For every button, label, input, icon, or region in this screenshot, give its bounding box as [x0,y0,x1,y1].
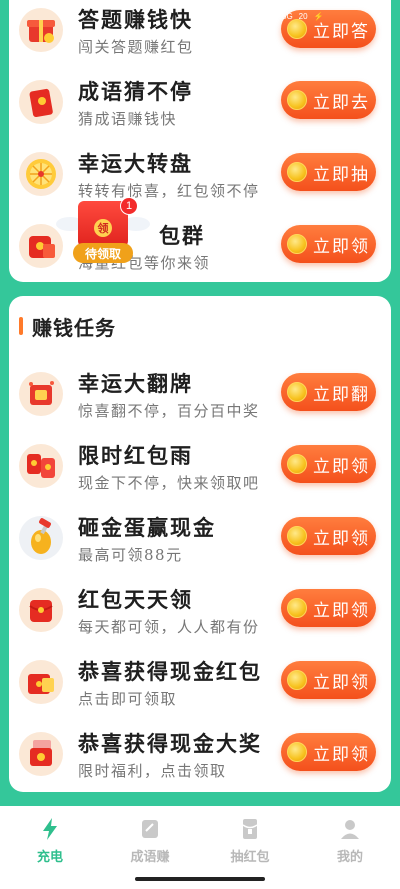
lucky-wheel-icon [19,152,63,196]
task-action-button[interactable]: 立即领 [281,661,376,699]
task-subtitle: 限时福利，点击领取 [78,762,227,780]
tab-label: 抽红包 [230,850,270,865]
coin-icon [287,670,307,690]
battery-icon: ⚡ [313,12,324,21]
task-golden-egg[interactable]: 砸金蛋赢现金 最高可领88元 立即领 [9,508,391,570]
red-packet-icon [242,819,258,839]
task-title: 恭喜获得现金红包 [78,659,262,684]
quick-tasks-card: 答题赚钱快 闯关答题赚红包 立即答 成语猜不停 猜成语赚钱快 立即去 幸运大转盘… [9,0,391,282]
status-bar: 5G 20 ⚡ [282,12,324,21]
task-cash-prize[interactable]: 恭喜获得现金大奖 限时福利，点击领取 立即领 [9,724,391,786]
coin-icon [287,382,307,402]
task-red-envelope-rain[interactable]: 限时红包雨 现金下不停，快来领取吧 立即领 [9,436,391,498]
cash-prize-icon [19,732,63,776]
task-action-button[interactable]: 立即领 [281,589,376,627]
task-action-button[interactable]: 立即领 [281,733,376,771]
user-icon [341,820,359,839]
task-action-button[interactable]: 立即抽 [281,153,376,191]
task-action-button[interactable]: 立即领 [281,517,376,555]
section-accent-bar [19,317,23,335]
task-title: 恭喜获得现金大奖 [78,731,262,756]
coin-icon [287,454,307,474]
golden-egg-icon [19,516,63,560]
section-title: 赚钱任务 [32,315,116,340]
task-daily-red-envelope[interactable]: 红包天天领 每天都可领，人人都有份 立即领 [9,580,391,642]
coin-icon [287,526,307,546]
task-title: 答题赚钱快 [78,7,193,32]
task-subtitle: 点击即可领取 [78,690,178,708]
pending-claim-label: 待领取 [73,243,133,263]
red-envelope-icon [19,588,63,632]
tab-draw-red-packet[interactable]: 抽红包 [200,816,300,866]
tab-idiom-earn[interactable]: 成语赚 [100,816,200,866]
task-title: 幸运大翻牌 [78,371,193,396]
task-subtitle: 最高可领88元 [78,546,183,564]
red-packet-group-icon [19,224,63,268]
network-indicator: 5G [282,12,293,21]
task-action-button[interactable]: 立即去 [281,81,376,119]
task-subtitle: 猜成语赚钱快 [78,110,178,128]
task-subtitle: 现金下不停，快来领取吧 [78,474,260,492]
gift-box-icon [19,8,63,52]
tab-profile[interactable]: 我的 [300,816,400,866]
task-subtitle: 闯关答题赚红包 [78,38,194,56]
tab-label: 成语赚 [130,850,170,865]
task-title: 成语猜不停 [78,79,193,104]
task-action-button[interactable]: 立即领 [281,445,376,483]
floating-red-packet[interactable]: 领 1 待领取 [56,195,150,267]
earn-tasks-card: 赚钱任务 幸运大翻牌 惊喜翻不停，百分百中奖 立即翻 限时红包雨 现金下不停，快… [9,296,391,792]
tab-label: 我的 [336,850,363,865]
task-cash-envelope[interactable]: 恭喜获得现金红包 点击即可领取 立即领 [9,652,391,714]
task-lucky-wheel[interactable]: 幸运大转盘 转转有惊喜，红包领不停 立即抽 [9,144,391,206]
tab-charge[interactable]: 充电 [0,816,100,866]
lightning-icon [43,818,57,840]
task-idiom[interactable]: 成语猜不停 猜成语赚钱快 立即去 [9,72,391,134]
packet-seal: 领 [94,219,112,237]
task-action-button[interactable]: 立即翻 [281,373,376,411]
coin-icon [287,598,307,618]
red-envelope-rain-icon [19,444,63,488]
task-title: 幸运大转盘 [78,151,193,176]
coin-icon [287,234,307,254]
task-subtitle: 每天都可领，人人都有份 [78,618,260,636]
task-action-button[interactable]: 立即领 [281,225,376,263]
task-subtitle: 惊喜翻不停，百分百中奖 [78,402,260,420]
task-title: 包群 [159,223,205,248]
task-title: 砸金蛋赢现金 [78,515,216,540]
status-time: 20 [298,12,308,21]
home-indicator [135,877,265,881]
task-quiz[interactable]: 答题赚钱快 闯关答题赚红包 立即答 [9,0,391,62]
notification-badge: 1 [120,197,138,215]
task-title: 红包天天领 [78,587,193,612]
cash-envelope-icon [19,660,63,704]
section-header: 赚钱任务 [19,314,116,340]
coin-icon [287,19,307,39]
task-title: 限时红包雨 [78,443,193,468]
coin-icon [287,742,307,762]
task-flip-card[interactable]: 幸运大翻牌 惊喜翻不停，百分百中奖 立即翻 [9,364,391,426]
red-envelope-icon [19,80,63,124]
flip-card-icon [19,372,63,416]
edit-note-icon [142,820,158,838]
coin-icon [287,90,307,110]
coin-icon [287,162,307,182]
tab-label: 充电 [36,850,63,865]
